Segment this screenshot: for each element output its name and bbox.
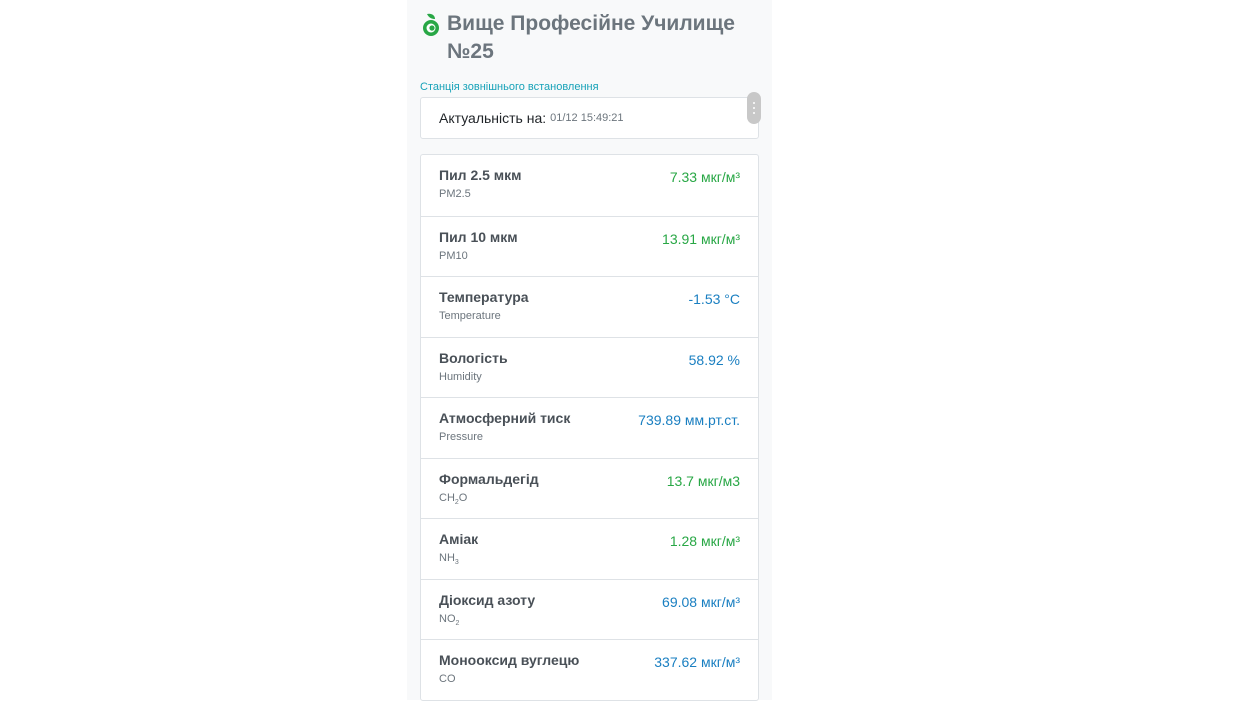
measurement-code: PM10 (439, 249, 468, 262)
actuality-timestamp: 01/12 15:49:21 (550, 112, 624, 124)
measurement-row[interactable]: Пил 2.5 мкм PM2.5 7.33 мкг/м³ (421, 155, 758, 216)
measurement-code: PM2.5 (439, 188, 471, 200)
measurement-value: 58.92 % (688, 351, 740, 368)
measurement-code: CH2O (439, 491, 468, 506)
station-subtitle: Станція зовнішнього встановлення (420, 81, 599, 93)
measurements-list: Пил 2.5 мкм PM2.5 7.33 мкг/м³ Пил 10 мкм PM1… (420, 154, 759, 701)
measurement-code: NH3 (439, 552, 459, 567)
measurement-value: 337.62 мкг/м³ (654, 654, 740, 670)
measurement-value: 13.91 мкг/м³ (662, 230, 740, 247)
measurement-code: Humidity (439, 370, 482, 383)
measurement-row[interactable]: Температура Temperature -1.53 °C (421, 276, 758, 337)
title-text: Вище Професійне Училище №25 (447, 12, 735, 63)
leaf-drop-icon (423, 13, 439, 36)
measurement-row[interactable]: Діоксид азоту NO2 69.08 мкг/м³ (421, 578, 758, 640)
measurement-value: 13.7 мкг/м3 (666, 472, 740, 489)
measurement-value: 7.33 мкг/м³ (669, 169, 740, 185)
measurement-code: CO (439, 673, 456, 685)
measurement-code: NO2 (439, 612, 460, 627)
measurement-row[interactable]: Пил 10 мкм PM10 13.91 мкг/м³ (421, 215, 758, 277)
actuality-box: Актуальність на: 01/12 15:49:21 (420, 92, 761, 139)
measurement-value: 69.08 мкг/м³ (662, 593, 740, 610)
station-panel: Вище Професійне Училище №25 Станція зовн… (407, 0, 772, 701)
measurement-code: Temperature (439, 310, 501, 322)
page-title: Вище Професійне Училище №25 (420, 10, 759, 66)
measurement-value: 739.89 мм.рт.ст. (638, 412, 740, 428)
measurement-code: Pressure (439, 431, 484, 443)
scrollbar-handle[interactable] (747, 92, 761, 124)
actuality-label: Актуальність на: (439, 110, 547, 126)
measurement-value: -1.53 °C (688, 291, 740, 307)
measurement-row[interactable]: Формальдегід CH2O 13.7 мкг/м3 (421, 457, 758, 519)
measurement-value: 1.28 мкг/м³ (669, 533, 740, 549)
measurement-row[interactable]: Аміак NH3 1.28 мкг/м³ (421, 518, 758, 579)
measurement-row[interactable]: Монооксид вуглецю CO 337.62 мкг/м³ (421, 639, 758, 700)
measurement-row[interactable]: Атмосферний тиск Pressure 739.89 мм.рт.ст. (421, 397, 758, 458)
measurement-row[interactable]: Вологість Humidity 58.92 % (421, 336, 758, 398)
